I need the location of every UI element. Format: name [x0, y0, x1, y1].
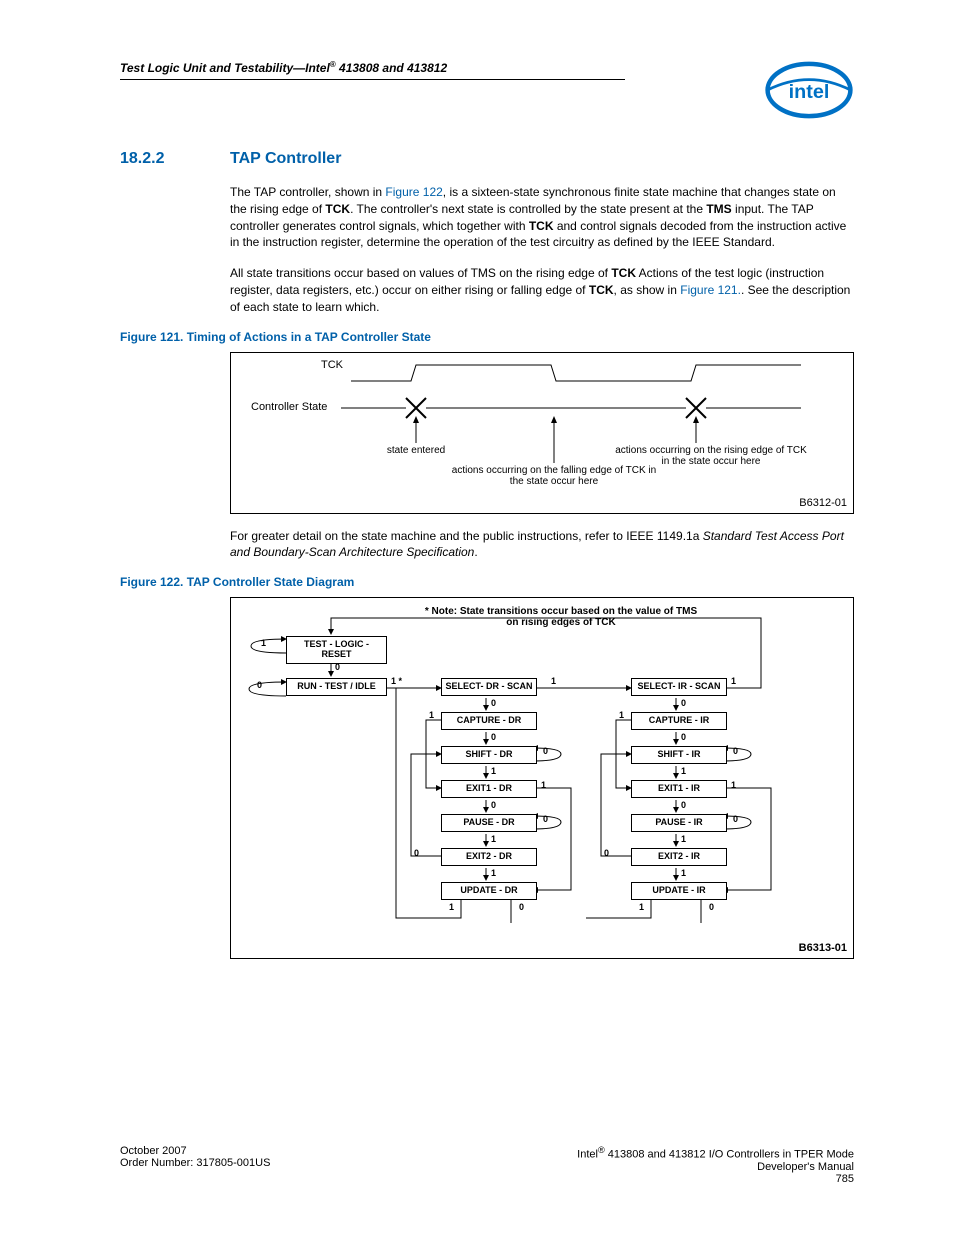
figure-link[interactable]: Figure 122 — [385, 185, 442, 199]
tms-0: 0 — [681, 732, 686, 742]
tms-1: 1 — [619, 710, 624, 720]
footer-right: Intel® 413808 and 413812 I/O Controllers… — [577, 1145, 854, 1185]
footer-left: October 2007 Order Number: 317805-001US — [120, 1145, 270, 1169]
tck-label: TCK — [321, 359, 343, 371]
text-bold: TCK — [611, 266, 636, 280]
text-bold: TCK — [589, 283, 614, 297]
paragraph-2: All state transitions occur based on val… — [230, 265, 854, 315]
svg-text:intel: intel — [789, 81, 830, 103]
intel-logo: intel — [764, 60, 854, 120]
tms-1: 1 — [731, 676, 736, 686]
tms-1: 1 — [491, 834, 496, 844]
paragraph-1: The TAP controller, shown in Figure 122,… — [230, 184, 854, 251]
state-tlr: TEST - LOGIC - RESET — [286, 636, 387, 664]
figure-121-box: TCK Controller State state entered actio… — [230, 352, 854, 514]
footer-text: 413808 and 413812 I/O Controllers in TPE… — [605, 1149, 854, 1161]
section-number: 18.2.2 — [120, 150, 230, 168]
footer-text: Developer's Manual — [757, 1161, 854, 1173]
header-title: Test Logic Unit and Testability—Intel® 4… — [120, 51, 447, 75]
text-bold: TMS — [706, 202, 731, 216]
paragraph-3: For greater detail on the state machine … — [230, 528, 854, 562]
tms-1: 1 — [541, 780, 546, 790]
state-sdr: SELECT- DR - SCAN — [441, 678, 537, 696]
state-shir: SHIFT - IR — [631, 746, 727, 764]
footer-date: October 2007 — [120, 1145, 187, 1157]
timing-diagram-svg — [231, 353, 853, 513]
section-title: TAP Controller — [230, 150, 341, 168]
tms-1: 1 — [261, 638, 266, 648]
tms-1: 1 — [639, 902, 644, 912]
tms-0: 0 — [709, 902, 714, 912]
text: For greater detail on the state machine … — [230, 529, 703, 543]
header-underline — [120, 79, 625, 80]
text-bold: TCK — [529, 219, 554, 233]
tms-1: 1 — [491, 868, 496, 878]
figure-121-caption: Figure 121. Timing of Actions in a TAP C… — [120, 330, 854, 344]
rising-edge-label: actions occurring on the rising edge of … — [611, 445, 811, 467]
text-bold: TCK — [325, 202, 350, 216]
text: . The controller's next state is control… — [350, 202, 706, 216]
figure-122-caption: Figure 122. TAP Controller State Diagram — [120, 575, 854, 589]
page-footer: Intel® 413808 and 413812 I/O Controllers… — [120, 1145, 854, 1185]
state-e2dr: EXIT2 - DR — [441, 848, 537, 866]
state-shdr: SHIFT - DR — [441, 746, 537, 764]
tms-0: 0 — [543, 814, 548, 824]
figure-link[interactable]: Figure 121. — [680, 283, 741, 297]
footer-order: Order Number: 317805-001US — [120, 1157, 270, 1169]
tms-1: 1 — [491, 766, 496, 776]
state-pdr: PAUSE - DR — [441, 814, 537, 832]
figure-id: B6312-01 — [799, 497, 847, 509]
header-title-prefix: Test Logic Unit and Testability—Intel — [120, 61, 330, 75]
state-pir: PAUSE - IR — [631, 814, 727, 832]
page-number: 785 — [836, 1173, 854, 1185]
state-udr: UPDATE - DR — [441, 882, 537, 900]
controller-state-label: Controller State — [251, 401, 327, 413]
figure-122-box: * Note: State transitions occur based on… — [230, 597, 854, 959]
tms-0: 0 — [257, 680, 262, 690]
state-uir: UPDATE - IR — [631, 882, 727, 900]
tms-1: 1 — [681, 766, 686, 776]
reg-mark: ® — [598, 1145, 605, 1155]
state-entered-label: state entered — [361, 445, 471, 456]
falling-edge-label: actions occurring on the falling edge of… — [449, 465, 659, 487]
figure-id: B6313-01 — [799, 942, 847, 954]
section-heading: 18.2.2 TAP Controller — [120, 150, 854, 168]
tms-0: 0 — [733, 746, 738, 756]
tms-0: 0 — [491, 698, 496, 708]
tms-0: 0 — [681, 800, 686, 810]
tms-1: 1 — [551, 676, 556, 686]
state-e2ir: EXIT2 - IR — [631, 848, 727, 866]
tms-1: 1 — [681, 868, 686, 878]
tms-0: 0 — [733, 814, 738, 824]
tms-0: 0 — [335, 662, 340, 672]
tms-0: 0 — [604, 848, 609, 858]
state-cir: CAPTURE - IR — [631, 712, 727, 730]
state-e1dr: EXIT1 - DR — [441, 780, 537, 798]
tms-0: 0 — [681, 698, 686, 708]
tms-0: 0 — [491, 732, 496, 742]
state-rti: RUN - TEST / IDLE — [286, 678, 387, 696]
header-title-suffix: 413808 and 413812 — [336, 61, 447, 75]
page-container: Test Logic Unit and Testability—Intel ® 4… — [0, 0, 954, 1235]
tms-0: 0 — [491, 800, 496, 810]
state-cdr: CAPTURE - DR — [441, 712, 537, 730]
tms-1: 1 — [429, 710, 434, 720]
state-sir: SELECT- IR - SCAN — [631, 678, 727, 696]
header-title-block: Test Logic Unit and Testability—Intel® 4… — [120, 60, 625, 80]
text: . — [474, 545, 477, 559]
tms-1: 1 — [731, 780, 736, 790]
tms-1: 1 — [681, 834, 686, 844]
state-e1ir: EXIT1 - IR — [631, 780, 727, 798]
tms-0: 0 — [414, 848, 419, 858]
tms-1star: 1 * — [391, 676, 402, 686]
tms-0: 0 — [543, 746, 548, 756]
tms-1: 1 — [449, 902, 454, 912]
text: , as show in — [614, 283, 681, 297]
page-header: Test Logic Unit and Testability—Intel® 4… — [120, 60, 854, 120]
text: The TAP controller, shown in — [230, 185, 385, 199]
tms-0: 0 — [519, 902, 524, 912]
text: All state transitions occur based on val… — [230, 266, 611, 280]
footer-text: Intel — [577, 1149, 598, 1161]
